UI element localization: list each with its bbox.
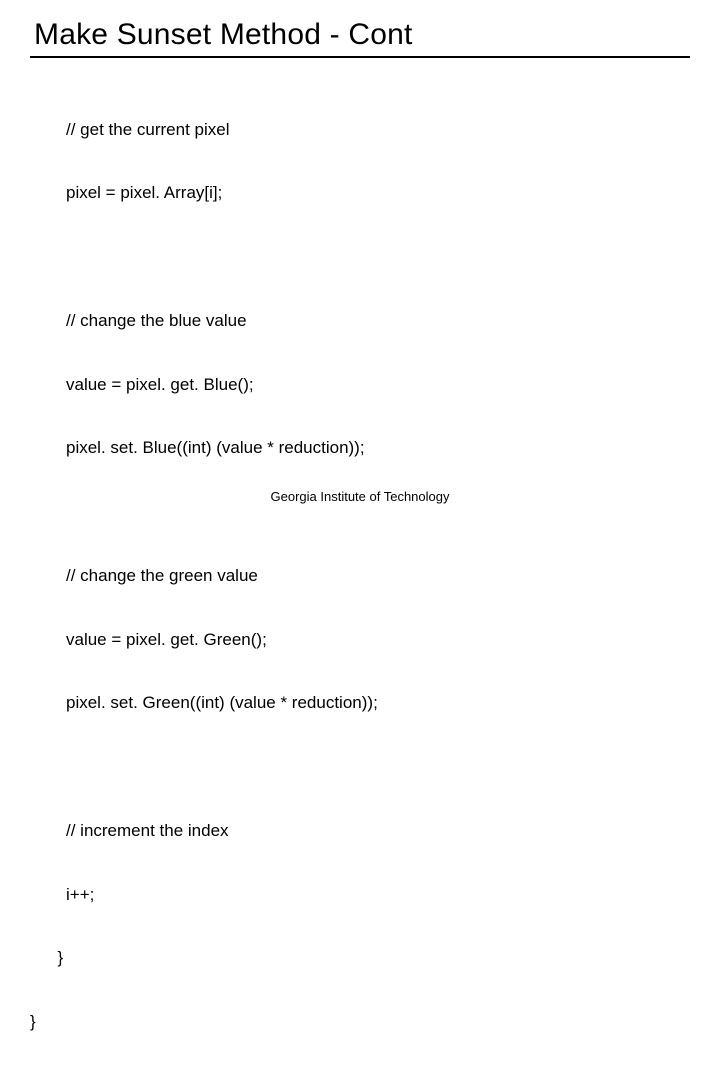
code-block: // get the current pixel pixel = pixel. … [66, 76, 690, 1075]
code-comment: // get the current pixel [66, 119, 690, 140]
code-brace: } [48, 947, 690, 968]
code-comment: // increment the index [66, 820, 690, 841]
code-line: pixel. set. Blue((int) (value * reductio… [66, 437, 690, 458]
code-comment: // change the green value [66, 565, 690, 586]
blank-line [66, 756, 690, 777]
blank-line [66, 246, 690, 267]
blank-line [66, 501, 690, 522]
code-line: pixel. set. Green((int) (value * reducti… [66, 692, 690, 713]
code-line: value = pixel. get. Blue(); [66, 374, 690, 395]
slide-title: Make Sunset Method - Cont [34, 18, 690, 52]
code-line: i++; [66, 884, 690, 905]
slide: Make Sunset Method - Cont // get the cur… [0, 0, 720, 540]
code-line: pixel = pixel. Array[i]; [66, 182, 690, 203]
footer-text: Georgia Institute of Technology [0, 489, 720, 504]
code-comment: // change the blue value [66, 310, 690, 331]
code-brace: } [30, 1011, 690, 1032]
title-underline [30, 56, 690, 58]
code-line: value = pixel. get. Green(); [66, 629, 690, 650]
